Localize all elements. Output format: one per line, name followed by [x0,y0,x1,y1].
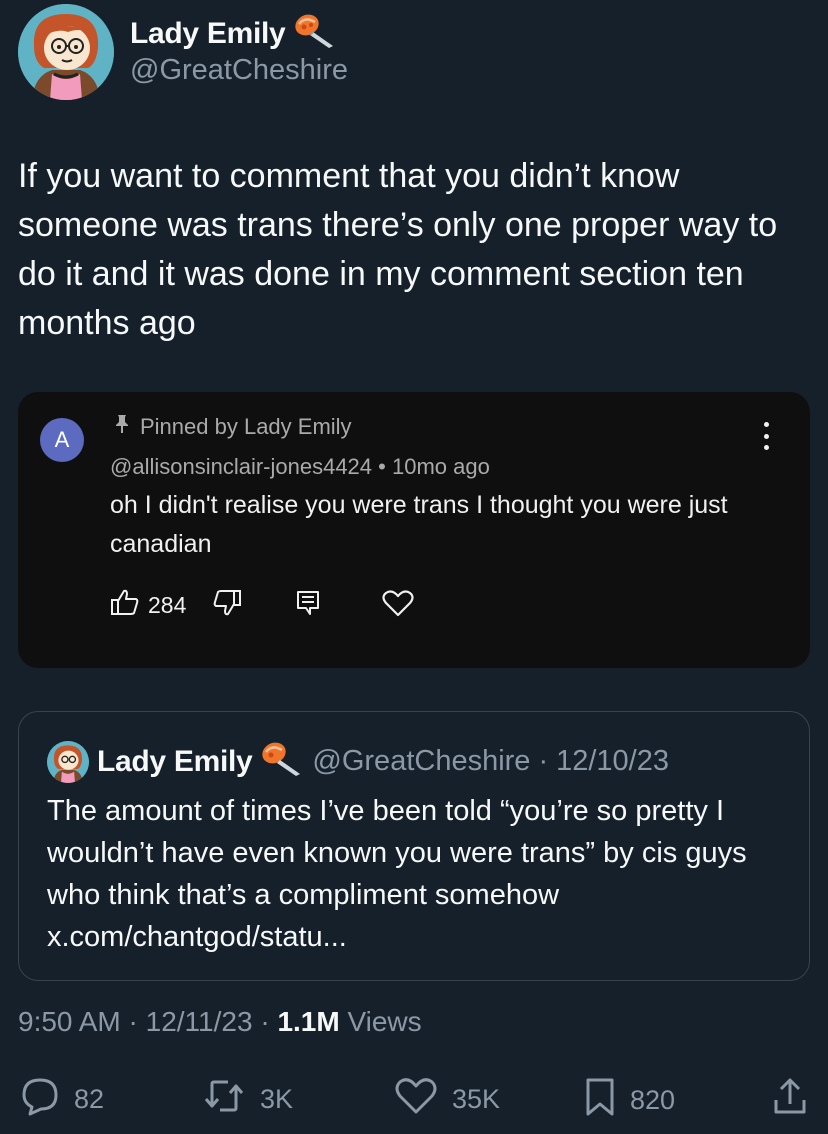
paintbrush-badge-icon [260,740,304,783]
comment-text: oh I didn't realise you were trans I tho… [110,491,728,558]
pinned-label: Pinned by Lady Emily [140,414,352,439]
author-display-name[interactable]: Lady Emily [130,17,286,51]
quoted-tweet-text: The amount of times I’ve been told “you’… [47,795,747,953]
meta-separator: · [128,1006,138,1037]
views-count: 1.1M [277,1006,340,1037]
repost-icon [202,1076,246,1123]
repost-count: 3K [260,1084,294,1114]
more-options-icon [754,422,778,450]
quoted-date: 12/10/23 [556,745,669,777]
tweet-meta: 9:50 AM · 12/11/23 · 1.1M Views [18,1006,422,1038]
reply-count: 82 [74,1084,105,1114]
pin-icon [114,414,130,440]
comment-meta: @allisonsinclair-jones4424 • 10mo ago [110,454,490,480]
reply-button[interactable]: 82 [20,1076,104,1123]
views-label: Views [347,1006,422,1037]
like-icon [394,1076,438,1123]
comment-age: 10mo ago [391,454,490,479]
thumbs-up-icon [110,588,140,622]
bookmark-icon [584,1076,616,1125]
like-count: 35K [452,1084,501,1114]
tweet-time[interactable]: 9:50 AM [18,1006,121,1037]
comment-meta-separator: • [378,454,386,479]
quoted-author-avatar [47,740,89,783]
thumbs-down-icon [212,589,242,622]
pinned-indicator: Pinned by Lady Emily [114,414,352,440]
tweet-date[interactable]: 12/11/23 [146,1006,253,1037]
author-handle[interactable]: @GreatCheshire [130,54,348,87]
tweet-text: If you want to comment that you didn’t k… [18,157,778,342]
share-button[interactable] [770,1076,810,1125]
comment-like-count: 284 [148,591,187,618]
heart-outline-icon [382,589,414,622]
share-icon [770,1076,810,1125]
author-avatar[interactable] [18,4,114,100]
embedded-comment-image[interactable]: A Pinned by Lady Emily @allisonsinclair-… [18,392,810,668]
paintbrush-badge-icon [293,12,337,55]
comment-avatar: A [40,418,84,462]
quoted-author-name: Lady Emily [97,744,253,778]
quoted-author-handle: @GreatCheshire [312,745,531,777]
repost-button[interactable]: 3K [202,1076,293,1123]
comment-like: 284 [110,588,186,622]
quoted-tweet[interactable]: Lady Emily @GreatCheshire · 12/10/23 The… [18,711,810,981]
reply-icon [20,1076,60,1123]
comment-actions: 284 [110,588,414,622]
like-button[interactable]: 35K [394,1076,500,1123]
reply-comment-icon [296,590,320,621]
comment-author-handle: @allisonsinclair-jones4424 [110,454,373,479]
bookmark-button[interactable]: 820 [584,1076,675,1125]
quoted-separator: · [538,745,549,777]
meta-separator: · [260,1006,270,1037]
tweet-action-bar: 82 3K 35K 820 [0,1070,828,1122]
bookmark-count: 820 [630,1085,676,1115]
